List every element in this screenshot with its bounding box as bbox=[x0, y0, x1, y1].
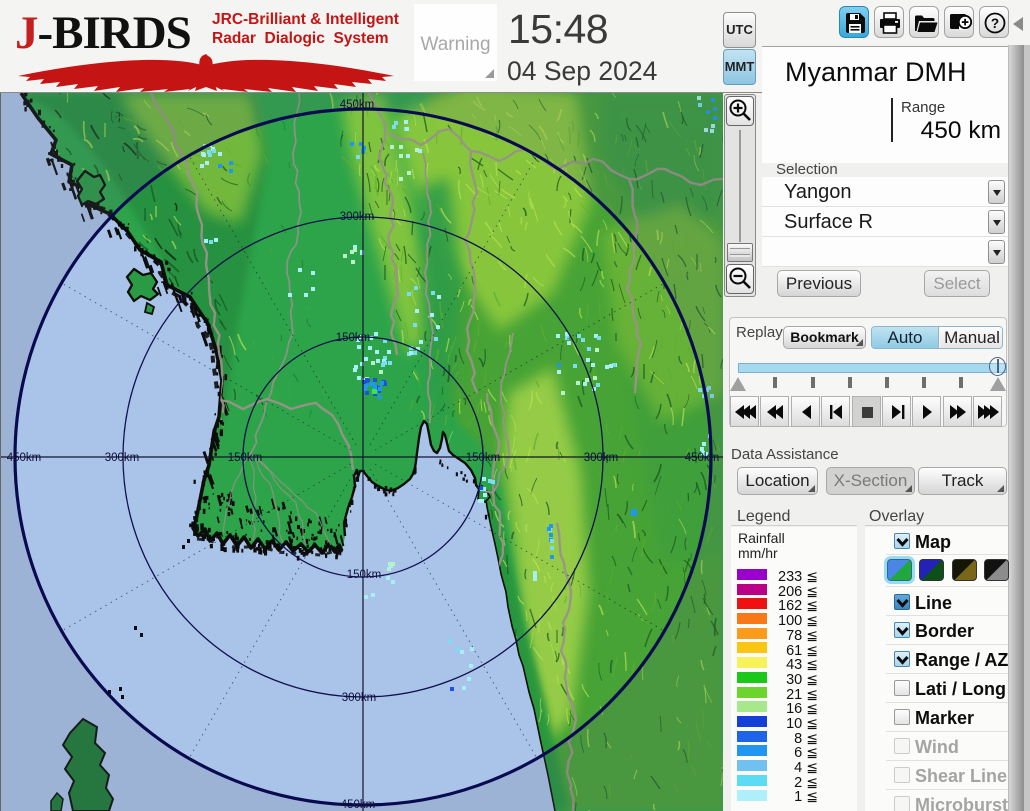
svg-text:150km: 150km bbox=[228, 452, 263, 464]
svg-text:300km: 300km bbox=[105, 452, 140, 464]
svg-text:150km: 150km bbox=[336, 332, 371, 344]
svg-text:450km: 450km bbox=[340, 99, 375, 111]
svg-text:?: ? bbox=[991, 16, 999, 31]
svg-text:150km: 150km bbox=[466, 452, 501, 464]
svg-text:450km: 450km bbox=[7, 452, 42, 464]
svg-text:450km: 450km bbox=[685, 452, 720, 464]
svg-text:300km: 300km bbox=[584, 452, 619, 464]
svg-text:300km: 300km bbox=[340, 211, 375, 223]
svg-text:150km: 150km bbox=[347, 569, 382, 581]
svg-text:450km: 450km bbox=[341, 799, 376, 811]
svg-text:300km: 300km bbox=[342, 692, 377, 704]
